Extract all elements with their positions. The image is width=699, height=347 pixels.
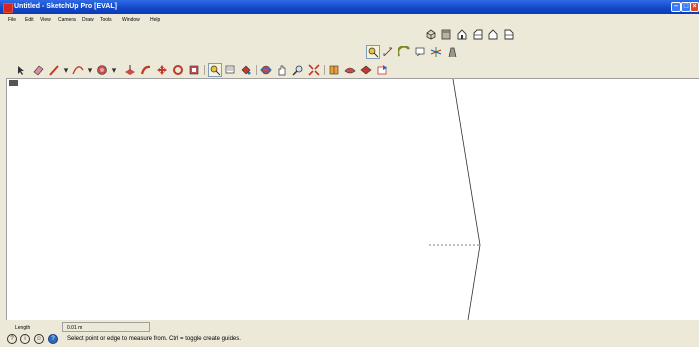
- zoom-extents-icon[interactable]: [308, 64, 320, 76]
- sketchup-app-icon: [3, 3, 13, 13]
- status-bar: Length 0.01 m ? i ☺ ? Select point or ed…: [0, 320, 699, 347]
- close-icon: ×: [692, 3, 697, 10]
- drawing-viewport[interactable]: [6, 78, 699, 320]
- share-model-icon[interactable]: [376, 64, 388, 76]
- move-icon[interactable]: [156, 64, 168, 76]
- tape-measure-tool-icon[interactable]: [208, 63, 222, 77]
- menu-window[interactable]: Window: [122, 15, 140, 25]
- rotate-icon[interactable]: [172, 64, 184, 76]
- axes-icon[interactable]: [430, 46, 442, 58]
- 3d-text-icon[interactable]: [446, 46, 458, 58]
- status-hint: Select point or edge to measure from. Ct…: [67, 336, 241, 342]
- measurements-label: Length: [15, 325, 31, 331]
- menu-help[interactable]: Help: [150, 15, 160, 25]
- model-edge: [452, 79, 481, 246]
- menu-draw[interactable]: Draw: [82, 15, 94, 25]
- zoom-icon[interactable]: [292, 64, 304, 76]
- top-view-icon[interactable]: [440, 28, 452, 40]
- geo-location-icon[interactable]: ?: [7, 334, 17, 344]
- arc-icon[interactable]: [72, 64, 84, 76]
- front-view-icon[interactable]: [456, 28, 468, 40]
- views-toolbar: [425, 26, 525, 42]
- maximize-icon: □: [683, 3, 689, 10]
- scale-figure-icon: [9, 80, 18, 86]
- push-pull-icon[interactable]: [124, 64, 136, 76]
- select-icon[interactable]: [14, 64, 26, 76]
- dimension-icon[interactable]: [382, 46, 394, 58]
- components-icon[interactable]: [344, 64, 356, 76]
- pencil-icon[interactable]: [48, 64, 60, 76]
- help-icon[interactable]: ?: [48, 334, 58, 344]
- pan-icon[interactable]: [276, 64, 288, 76]
- left-view-icon[interactable]: [503, 28, 515, 40]
- menu-view[interactable]: View: [40, 15, 51, 25]
- toolbar-separator: [324, 65, 325, 75]
- menu-file[interactable]: File: [8, 15, 16, 25]
- text-tool-icon[interactable]: [224, 64, 236, 76]
- menu-edit[interactable]: Edit: [25, 15, 34, 25]
- toolbar-separator: [204, 65, 205, 75]
- window-title: Untitled - SketchUp Pro [EVAL]: [14, 3, 117, 10]
- line-dropdown-icon[interactable]: ▾: [60, 64, 72, 76]
- construction-toolbar: [366, 44, 476, 60]
- warehouse-icon[interactable]: [360, 64, 372, 76]
- text-icon[interactable]: [414, 46, 426, 58]
- protractor-icon[interactable]: [398, 46, 410, 58]
- measurements-input[interactable]: 0.01 m: [62, 322, 150, 332]
- credits-icon[interactable]: i: [20, 334, 30, 344]
- close-button[interactable]: ×: [690, 2, 699, 12]
- scale-icon[interactable]: [188, 64, 200, 76]
- back-view-icon[interactable]: [487, 28, 499, 40]
- toolbar-separator: [256, 65, 257, 75]
- paint-bucket-icon[interactable]: [240, 64, 252, 76]
- user-icon[interactable]: ☺: [34, 334, 44, 344]
- minimize-button[interactable]: –: [671, 2, 681, 12]
- menu-camera[interactable]: Camera: [58, 15, 76, 25]
- window-titlebar: Untitled - SketchUp Pro [EVAL] – □ ×: [0, 0, 699, 14]
- right-view-icon[interactable]: [472, 28, 484, 40]
- shape-icon[interactable]: [96, 64, 108, 76]
- large-tool-set-toolbar: ▾ ▾ ▾: [14, 62, 474, 78]
- shape-dropdown-icon[interactable]: ▾: [108, 64, 120, 76]
- viewport-canvas: [9, 79, 481, 320]
- model-edge: [467, 244, 481, 320]
- section-plane-icon[interactable]: [328, 64, 340, 76]
- minimize-icon: –: [674, 3, 678, 10]
- orbit-icon[interactable]: [260, 64, 272, 76]
- iso-view-icon[interactable]: [425, 28, 437, 40]
- menu-bar: File Edit View Camera Draw Tools Window …: [0, 15, 699, 25]
- arc-dropdown-icon[interactable]: ▾: [84, 64, 96, 76]
- menu-tools[interactable]: Tools: [100, 15, 112, 25]
- follow-me-icon[interactable]: [140, 64, 152, 76]
- tape-measure-icon[interactable]: [366, 45, 380, 59]
- eraser-icon[interactable]: [32, 64, 44, 76]
